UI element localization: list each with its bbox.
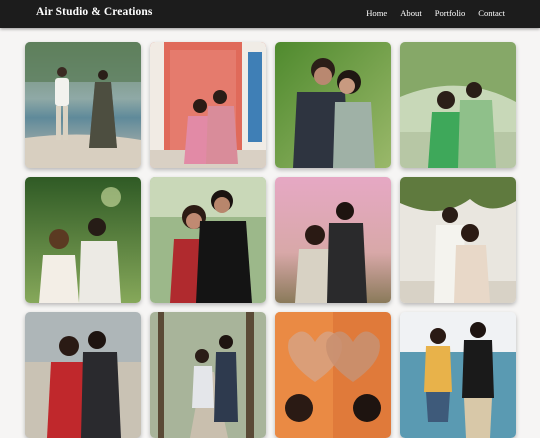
gallery-photo-6[interactable] bbox=[150, 177, 266, 303]
gallery-photo-2[interactable] bbox=[150, 42, 266, 168]
nav-link-contact[interactable]: Contact bbox=[478, 8, 505, 18]
gallery-photo-1[interactable] bbox=[25, 42, 141, 168]
main-nav: Home About Portfolio Contact bbox=[366, 8, 505, 18]
nav-link-portfolio[interactable]: Portfolio bbox=[435, 8, 466, 18]
gallery-photo-9[interactable] bbox=[25, 312, 141, 438]
photo-gallery-grid bbox=[25, 42, 516, 438]
gallery-photo-8[interactable] bbox=[400, 177, 516, 303]
gallery-photo-10[interactable] bbox=[150, 312, 266, 438]
nav-link-home[interactable]: Home bbox=[366, 8, 387, 18]
gallery-photo-3[interactable] bbox=[275, 42, 391, 168]
gallery-photo-11[interactable] bbox=[275, 312, 391, 438]
gallery-photo-4[interactable] bbox=[400, 42, 516, 168]
gallery-photo-5[interactable] bbox=[25, 177, 141, 303]
nav-link-about[interactable]: About bbox=[400, 8, 421, 18]
brand-logo-text[interactable]: Air Studio & Creations bbox=[36, 6, 152, 18]
top-navbar: Air Studio & Creations Home About Portfo… bbox=[0, 0, 540, 28]
gallery-photo-7[interactable] bbox=[275, 177, 391, 303]
gallery-photo-12[interactable] bbox=[400, 312, 516, 438]
